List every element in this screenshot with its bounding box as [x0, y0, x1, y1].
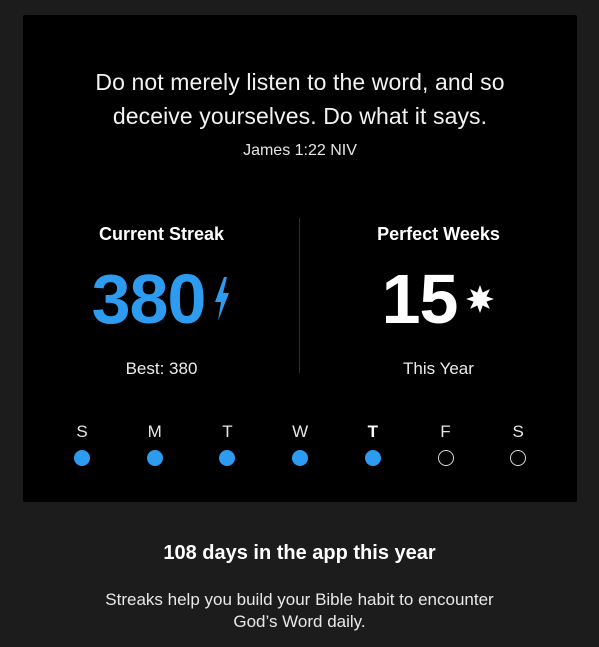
current-streak-value: 380 [91, 260, 207, 338]
day-label: M [147, 422, 162, 441]
perfect-weeks-title: Perfect Weeks [377, 224, 500, 244]
streak-card: Do not merely listen to the word, and so… [23, 15, 577, 502]
day-indicator: S [62, 420, 102, 466]
verse-text: Do not merely listen to the word, and so… [23, 65, 577, 133]
lightning-bolt-icon [213, 277, 231, 321]
verse-reference: James 1:22 NIV [243, 142, 357, 159]
day-label: W [292, 422, 309, 441]
day-completed-dot [219, 450, 236, 466]
verse-line-2: deceive yourselves. Do what it says. [112, 103, 488, 129]
day-indicator: M [135, 420, 175, 466]
week-days-row: SMTWTFS [23, 420, 577, 480]
streak-explanation-line-1: Streaks help you build your Bible habit … [105, 590, 494, 609]
day-indicator: S [498, 420, 538, 466]
day-incomplete-dot [437, 450, 454, 466]
day-label: T [222, 422, 233, 441]
current-streak-panel: Current Streak 380 Best: 380 [23, 222, 300, 381]
current-streak-value-row: 380 [23, 261, 300, 337]
day-completed-dot [364, 450, 381, 466]
star-burst-icon [465, 284, 495, 314]
day-completed-dot [74, 450, 90, 466]
perfect-weeks-value-row: 15 [300, 261, 577, 337]
day-label: T [367, 422, 378, 441]
day-incomplete-dot [510, 450, 527, 466]
day-indicator: T [353, 420, 393, 466]
streak-explanation: Streaks help you build your Bible habit … [0, 589, 599, 633]
day-indicator: T [207, 420, 247, 466]
days-in-app-headline: 108 days in the app this year [163, 542, 436, 564]
day-label: S [512, 422, 524, 441]
verse-line-1: Do not merely listen to the word, and so [95, 69, 505, 95]
day-completed-dot [146, 450, 163, 466]
streak-explanation-line-2: God’s Word daily. [233, 612, 366, 631]
current-streak-title: Current Streak [98, 224, 225, 244]
day-label: S [76, 422, 88, 441]
day-completed-dot [292, 450, 309, 466]
perfect-weeks-value: 15 [381, 260, 459, 338]
day-indicator: F [426, 420, 466, 466]
perfect-weeks-panel: Perfect Weeks 15 This Year [300, 222, 577, 381]
perfect-weeks-period: This Year [403, 359, 474, 378]
best-streak-label: Best: 380 [125, 359, 198, 378]
day-indicator: W [280, 420, 320, 466]
day-label: F [440, 422, 451, 441]
